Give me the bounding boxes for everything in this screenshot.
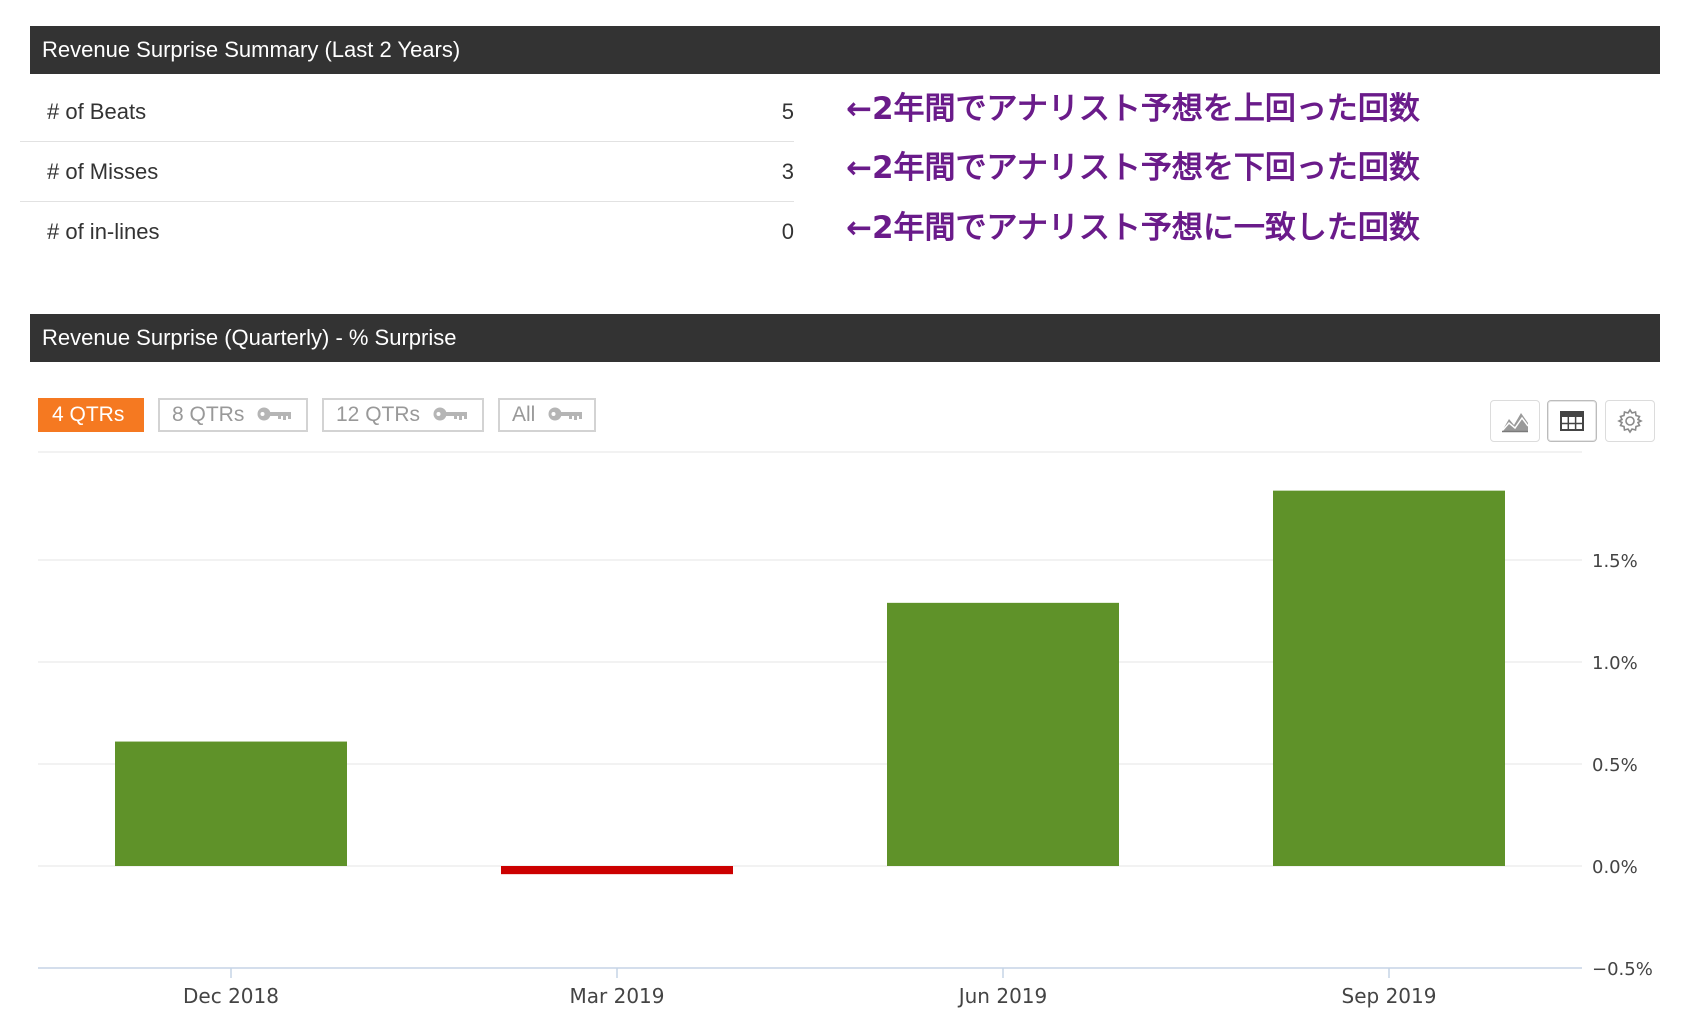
x-tick-label: Sep 2019 xyxy=(1342,984,1437,1008)
y-tick-label: −0.5% xyxy=(1592,959,1653,980)
y-tick-label: 1.0% xyxy=(1592,653,1638,674)
x-tick-label: Mar 2019 xyxy=(570,984,665,1008)
bar-dec-2018 xyxy=(115,741,347,866)
bar-mar-2019 xyxy=(501,866,733,875)
y-tick-label: 0.5% xyxy=(1592,755,1638,776)
y-tick-label: 0.0% xyxy=(1592,857,1638,878)
y-tick-label: 1.5% xyxy=(1592,551,1638,572)
revenue-surprise-chart: −0.5% 0.0% 0.5% 1.0% 1.5% Dec 2018 Mar 2019 Jun… xyxy=(38,451,1653,1008)
x-tick-label: Dec 2018 xyxy=(183,984,279,1008)
bar-jun-2019 xyxy=(887,602,1119,866)
x-tick-label: Jun 2019 xyxy=(957,984,1048,1008)
bar-sep-2019 xyxy=(1273,490,1505,866)
